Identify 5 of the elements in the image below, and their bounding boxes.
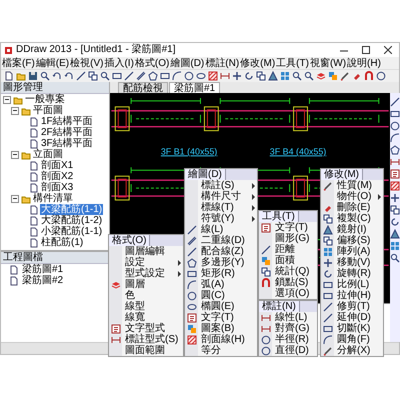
beam-label: 3F B1 (40x55) [160,146,218,156]
panel-title: 工程圖檔 [1,252,109,264]
beam-label: 3F B4 (40x55) [270,146,326,156]
panel-title: 圖形管理 [1,82,109,94]
window-title: DDraw 2013 - [Untitled1 - 梁筋圖#1] [16,44,177,56]
